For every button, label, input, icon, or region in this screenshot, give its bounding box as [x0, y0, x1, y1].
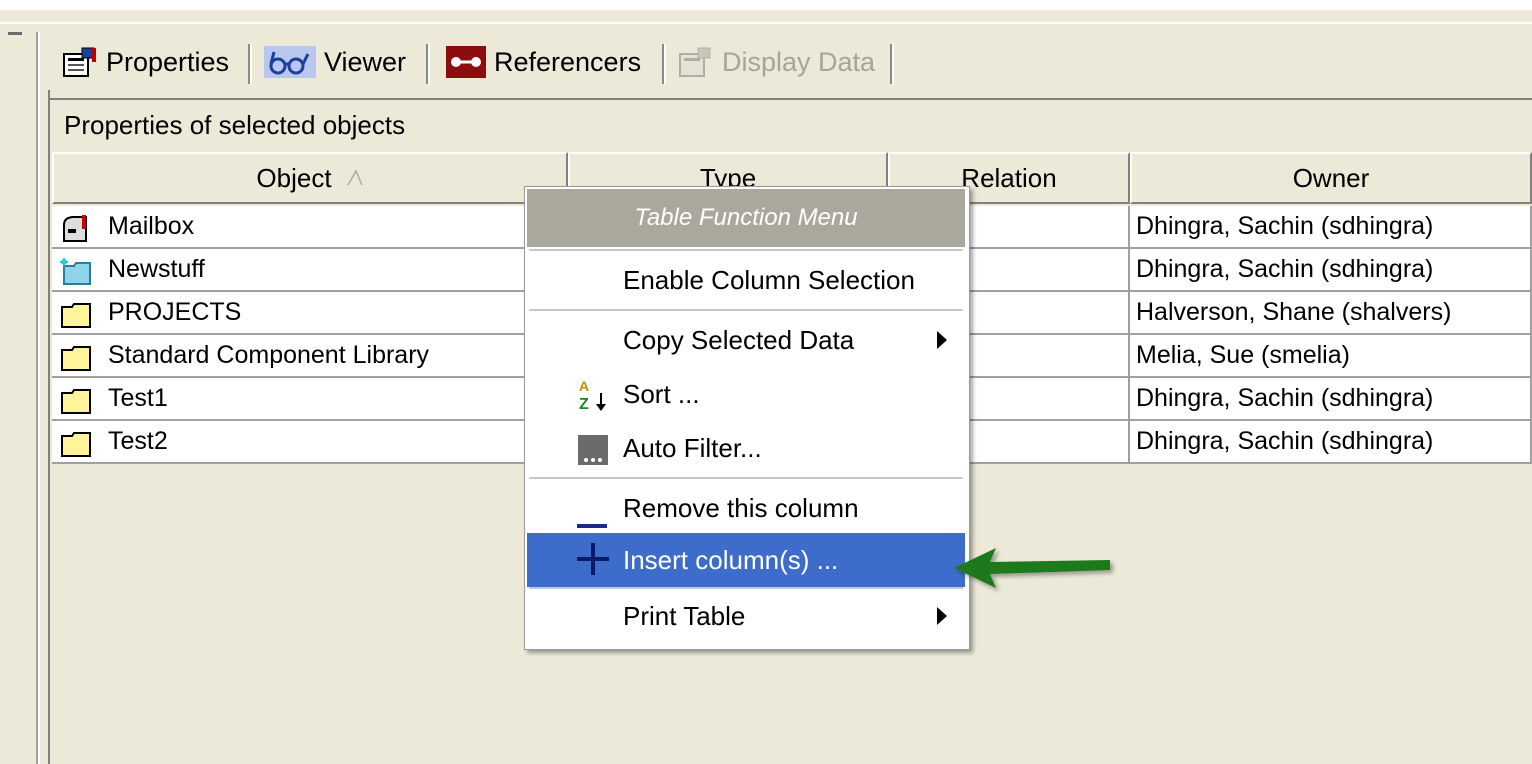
display-data-icon	[678, 46, 714, 78]
owner-value: Dhingra, Sachin (sdhingra)	[1136, 427, 1434, 455]
menu-item-label: Sort ...	[623, 378, 700, 409]
cell-owner: Dhingra, Sachin (sdhingra)	[1130, 249, 1532, 292]
cell-object: Standard Component Library	[52, 335, 568, 378]
cell-owner: Dhingra, Sachin (sdhingra)	[1130, 206, 1532, 249]
menu-item-insert-columns[interactable]: Insert column(s) ...	[527, 533, 965, 587]
column-header-label: Relation	[961, 162, 1057, 193]
tab-separator	[892, 44, 894, 84]
annotation-arrow-icon	[954, 548, 1110, 588]
tab-separator	[664, 44, 666, 84]
menu-separator	[529, 249, 963, 251]
cell-owner: Melia, Sue (smelia)	[1130, 335, 1532, 378]
table-function-menu: Table Function Menu Enable Column Select…	[524, 186, 970, 650]
panel-header: Properties of selected objects	[50, 98, 1532, 150]
cell-owner: Dhingra, Sachin (sdhingra)	[1130, 378, 1532, 421]
object-name: Standard Component Library	[108, 341, 430, 369]
menu-separator	[529, 309, 963, 311]
column-header-label: Owner	[1292, 162, 1370, 193]
frame-border-highlight	[38, 32, 40, 764]
tab-display-data[interactable]: Display Data	[678, 38, 875, 86]
column-header-label: Object	[256, 162, 332, 193]
menu-item-print-table[interactable]: Print Table	[527, 589, 965, 643]
menu-item-copy-selected-data[interactable]: Copy Selected Data	[527, 313, 965, 367]
object-name: Mailbox	[108, 212, 195, 240]
cell-owner: Halverson, Shane (shalvers)	[1130, 292, 1532, 335]
cell-object: Test1	[52, 378, 568, 421]
cell-owner: Dhingra, Sachin (sdhingra)	[1130, 421, 1532, 464]
object-name: PROJECTS	[108, 298, 242, 326]
referencers-icon	[446, 46, 486, 78]
menu-item-sort[interactable]: A Z Sort ...	[527, 367, 965, 421]
column-header-object[interactable]: Object	[52, 152, 568, 204]
folder-icon	[60, 430, 94, 457]
tab-viewer[interactable]: Viewer	[264, 38, 406, 86]
tab-viewer-label: Viewer	[324, 46, 407, 77]
submenu-arrow-icon	[937, 331, 947, 349]
folder-icon	[60, 344, 94, 371]
splitter-handle[interactable]	[8, 32, 22, 35]
cell-object: Mailbox	[52, 206, 568, 249]
menu-item-label: Print Table	[623, 600, 746, 631]
new-folder-icon	[60, 258, 94, 285]
menu-item-enable-column-selection[interactable]: Enable Column Selection	[527, 253, 965, 307]
owner-value: Dhingra, Sachin (sdhingra)	[1136, 212, 1434, 240]
menu-item-remove-column[interactable]: Remove this column	[527, 481, 965, 535]
panel-border	[48, 90, 50, 764]
sort-ascending-icon	[346, 163, 364, 194]
plus-icon	[577, 543, 611, 584]
object-name: Newstuff	[108, 255, 205, 283]
panel-header-title: Properties of selected objects	[64, 110, 406, 140]
sort-az-icon: A Z	[577, 377, 611, 422]
cell-object: PROJECTS	[52, 292, 568, 335]
menu-item-label: Remove this column	[623, 492, 859, 523]
folder-icon	[60, 387, 94, 414]
object-name: Test2	[108, 427, 168, 455]
cell-object: Newstuff	[52, 249, 568, 292]
tab-referencers-label: Referencers	[494, 46, 642, 77]
menu-item-auto-filter[interactable]: Auto Filter...	[527, 421, 965, 475]
mailbox-icon	[60, 215, 94, 242]
folder-icon	[60, 301, 94, 328]
owner-value: Dhingra, Sachin (sdhingra)	[1136, 255, 1434, 283]
submenu-arrow-icon	[937, 607, 947, 625]
minus-icon	[577, 505, 609, 536]
menu-title: Table Function Menu	[527, 189, 965, 247]
filter-icon	[577, 433, 611, 474]
viewer-glasses-icon	[264, 46, 316, 78]
menu-item-label: Enable Column Selection	[623, 264, 915, 295]
properties-icon	[62, 46, 98, 78]
menu-separator	[529, 477, 963, 479]
cell-object: Test2	[52, 421, 568, 464]
menu-item-label: Copy Selected Data	[623, 324, 855, 355]
object-name: Test1	[108, 384, 168, 412]
menu-item-label: Auto Filter...	[623, 432, 762, 463]
tab-properties[interactable]: Properties	[62, 38, 229, 86]
owner-value: Melia, Sue (smelia)	[1136, 341, 1350, 369]
owner-value: Halverson, Shane (shalvers)	[1136, 298, 1452, 326]
tab-referencers[interactable]: Referencers	[446, 38, 641, 86]
top-strip	[0, 0, 1532, 10]
svg-text:Z: Z	[579, 396, 589, 413]
menu-item-label: Insert column(s) ...	[623, 544, 839, 575]
owner-value: Dhingra, Sachin (sdhingra)	[1136, 384, 1434, 412]
tab-display-data-label: Display Data	[722, 46, 876, 77]
column-header-owner[interactable]: Owner	[1130, 152, 1532, 204]
svg-text:A: A	[579, 378, 589, 394]
tab-separator	[250, 44, 252, 84]
tab-properties-label: Properties	[106, 46, 230, 77]
top-divider	[0, 22, 1532, 24]
tab-separator	[428, 44, 430, 84]
